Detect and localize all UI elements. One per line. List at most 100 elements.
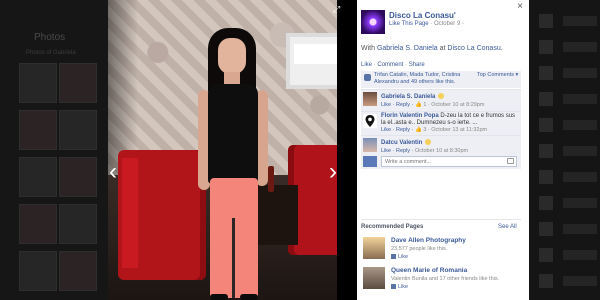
commenter-avatar[interactable] [363, 138, 377, 152]
likes-text[interactable]: Trifan Catalin, Mada Tudor, Cristina Ale… [374, 72, 474, 86]
photo-person [190, 28, 280, 300]
thumbs-up-icon [364, 74, 371, 81]
share-link[interactable]: Share [409, 62, 425, 68]
background-row [563, 224, 597, 234]
thumbs-up-icon: 👍 [414, 127, 422, 133]
camera-icon[interactable] [507, 158, 514, 164]
comment-like-reply[interactable]: Like · Reply · [381, 127, 413, 133]
commenter-name: Datcu Valentin [381, 139, 432, 146]
tagged-person-link[interactable]: Gabriela S. Daniela [377, 45, 438, 52]
recommended-like-button[interactable]: Like [391, 284, 408, 290]
viewer-gutter [337, 0, 357, 300]
page-avatar[interactable] [361, 10, 385, 34]
page-name-link[interactable]: Disco La Conasu' [389, 11, 456, 20]
person-shoe [210, 294, 228, 300]
location-pin-icon[interactable] [363, 114, 377, 128]
smiley-icon [425, 139, 432, 145]
background-thumbnails [18, 62, 100, 297]
comment-time[interactable]: · October 13 at 11:32pm [428, 127, 487, 133]
comment-time[interactable]: · October 10 at 8:29pm [428, 102, 485, 108]
background-row [563, 172, 597, 182]
background-row [563, 68, 597, 78]
like-link[interactable]: Like [361, 62, 372, 68]
person-face [218, 38, 246, 74]
comment-item: Gabriela S. Daniela Like · Reply · 👍 1 ·… [361, 89, 521, 111]
photo-shadow [108, 0, 138, 175]
location-link[interactable]: Disco La Conasu [447, 45, 500, 52]
divider [361, 219, 521, 220]
commenter-name-link[interactable]: Florin Valentin Popa [381, 113, 439, 119]
recommended-page-item: Queen Marie of Romania Valentin Bunila a… [361, 266, 521, 292]
background-thumbnail [59, 157, 97, 197]
background-row [563, 94, 597, 104]
recommended-page-avatar[interactable] [363, 267, 385, 289]
commenter-avatar[interactable] [363, 92, 377, 106]
chevron-left-icon[interactable]: ‹ [103, 160, 123, 184]
recommended-page-item: Dave Allen Photography 23,577 people lik… [361, 236, 521, 262]
comment-meta: Like · Reply · 👍 3 · October 13 at 11:32… [381, 127, 487, 133]
post-date[interactable]: October 9 [434, 21, 460, 27]
globe-icon: ◦ [461, 21, 465, 27]
background-thumbnail [19, 110, 57, 150]
background-row [563, 42, 597, 52]
comment-like-reply[interactable]: Like · Reply · [381, 102, 413, 108]
location-pin-svg [365, 115, 375, 127]
recommended-page-avatar[interactable] [363, 237, 385, 259]
background-avatar [539, 274, 553, 288]
background-photos-title: Photos [34, 32, 66, 43]
see-all-link[interactable]: See All [498, 224, 517, 230]
background-avatar [539, 40, 553, 54]
photo-viewer: Photos Photos of Gabriela ‹ › ⤢ × Disco … [0, 0, 600, 300]
person-black-top [208, 84, 258, 184]
recommended-pages-title: Recommended Pages [361, 224, 424, 230]
likes-summary: Trifan Catalin, Mada Tudor, Cristina Ale… [361, 71, 521, 88]
main-photo[interactable] [108, 0, 357, 300]
background-thumbnail [19, 63, 57, 103]
background-avatar [539, 222, 553, 236]
background-row [563, 198, 597, 208]
background-chat-column [529, 0, 600, 300]
post-actions: Like · Comment · Share [361, 62, 425, 68]
recommended-page-likes: Valentin Bunila and 17 other friends lik… [391, 276, 500, 282]
comment-like-count: 3 [423, 127, 427, 133]
commenter-name: Gabriela S. Daniela [381, 93, 445, 100]
comment-link[interactable]: Comment [377, 62, 403, 68]
background-photos-subtitle: Photos of Gabriela [26, 50, 76, 56]
comment-input[interactable] [381, 156, 517, 167]
commenter-name-link[interactable]: Datcu Valentin [381, 140, 422, 146]
comment-like-count: 1 [423, 102, 427, 108]
background-avatar [539, 92, 553, 106]
page-meta: Like This Page · October 9 ◦ [389, 21, 465, 27]
background-thumbnail [59, 110, 97, 150]
at-label: at [439, 45, 446, 52]
expand-icon[interactable]: ⤢ [333, 4, 343, 14]
background-row [563, 276, 597, 286]
person-shoe [240, 294, 258, 300]
like-page-link[interactable]: Like This Page [389, 21, 429, 27]
recommended-like-button[interactable]: Like [391, 254, 408, 260]
person-pink-pants [210, 178, 258, 298]
background-thumbnail [19, 204, 57, 244]
background-thumbnail [19, 251, 57, 291]
background-photos-column: Photos Photos of Gabriela [0, 0, 108, 300]
background-thumbnail [19, 157, 57, 197]
recommended-page-name[interactable]: Dave Allen Photography [391, 237, 466, 244]
close-icon[interactable]: × [515, 2, 525, 12]
current-user-avatar [363, 156, 377, 167]
top-comments-dropdown[interactable]: Top Comments ▾ [477, 72, 518, 78]
background-avatar [539, 66, 553, 80]
recommended-page-likes: 23,577 people like this. [391, 246, 448, 252]
with-label: With [361, 45, 375, 52]
background-avatar [539, 118, 553, 132]
chevron-right-icon[interactable]: › [323, 160, 343, 184]
photo-details-panel: × Disco La Conasu' Like This Page · Octo… [357, 0, 529, 300]
background-thumbnail [59, 204, 97, 244]
background-avatar [539, 248, 553, 262]
background-avatar [539, 170, 553, 184]
smiley-icon [438, 93, 445, 99]
background-row [563, 146, 597, 156]
commenter-name-link[interactable]: Gabriela S. Daniela [381, 94, 435, 100]
comment-meta: Like · Reply · 👍 1 · October 10 at 8:29p… [381, 102, 484, 108]
recommended-page-name[interactable]: Queen Marie of Romania [391, 267, 467, 274]
thumbs-up-icon: 👍 [414, 102, 422, 108]
